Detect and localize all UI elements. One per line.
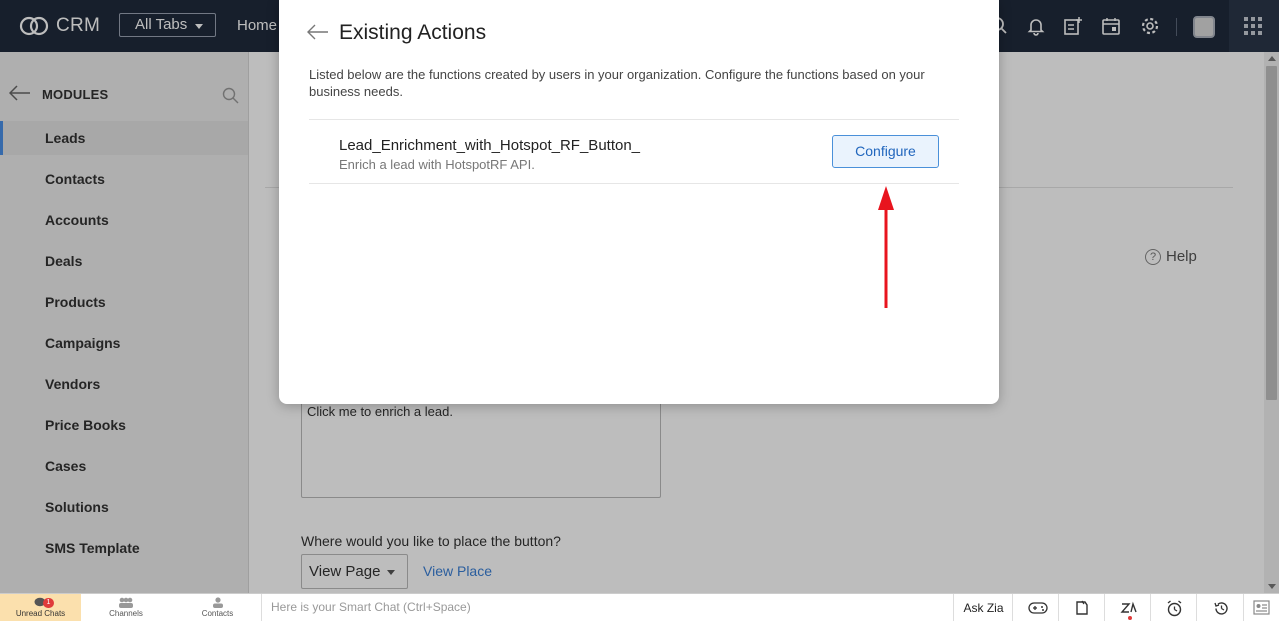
gamepad-icon[interactable]	[1013, 594, 1059, 621]
modal-description: Listed below are the functions created b…	[309, 67, 925, 99]
contacts-label: Contacts	[201, 609, 234, 618]
zia-alert-dot	[1128, 616, 1132, 620]
alarm-clock-icon[interactable]	[1151, 594, 1197, 621]
configure-button[interactable]: Configure	[832, 135, 939, 168]
channels-label: Channels	[109, 609, 143, 618]
back-arrow-icon[interactable]	[307, 24, 329, 45]
function-description: Enrich a lead with HotspotRF API.	[339, 157, 535, 172]
smart-chat-input[interactable]: Here is your Smart Chat (Ctrl+Space)	[261, 594, 954, 621]
channels-tab[interactable]: Channels	[81, 594, 171, 621]
bottom-bar: 1 Unread Chats Channels Contacts Here is…	[0, 593, 1279, 621]
channels-icon	[119, 597, 133, 608]
contacts-tab[interactable]: Contacts	[174, 594, 261, 621]
modal-title: Existing Actions	[339, 21, 487, 44]
contact-card-icon[interactable]	[1244, 594, 1279, 621]
row-divider	[309, 183, 959, 184]
unread-chats-label: Unread Chats	[15, 609, 66, 618]
contact-person-icon	[212, 597, 223, 608]
history-clock-icon[interactable]	[1198, 594, 1244, 621]
annotation-arrow-icon	[876, 186, 896, 315]
unread-count-badge: 1	[43, 598, 54, 608]
row-divider	[309, 119, 959, 120]
ask-zia-button[interactable]: Ask Zia	[955, 594, 1013, 621]
notes-icon[interactable]	[1059, 594, 1105, 621]
zia-icon[interactable]	[1105, 594, 1151, 621]
unread-chats-tab[interactable]: 1 Unread Chats	[0, 594, 81, 621]
function-name: Lead_Enrichment_with_Hotspot_RF_Button_	[339, 137, 641, 154]
